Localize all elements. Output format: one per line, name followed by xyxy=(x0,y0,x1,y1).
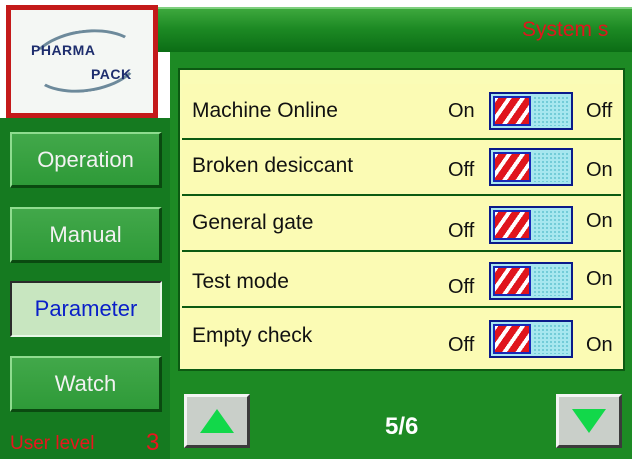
sidebar: Operation Manual Parameter Watch xyxy=(0,118,170,459)
state-right-label: On xyxy=(586,268,613,290)
state-right-label: Off xyxy=(586,100,613,122)
toggle-knob xyxy=(493,96,531,126)
parameter-list: Machine Online On Off Broken desiccant O… xyxy=(178,68,625,371)
sidebar-item-operation[interactable]: Operation xyxy=(10,132,162,188)
parameter-label: Test mode xyxy=(192,270,289,293)
triangle-down-icon xyxy=(572,409,606,433)
user-level-label: User level xyxy=(10,433,95,454)
state-left-label: Off xyxy=(448,276,475,298)
user-level-value: 3 xyxy=(146,429,160,456)
toggle-switch[interactable] xyxy=(489,320,573,358)
sidebar-item-label: Watch xyxy=(54,370,117,396)
state-right-label: On xyxy=(586,210,613,232)
toggle-track xyxy=(533,210,569,240)
toggle-switch[interactable] xyxy=(489,148,573,186)
toggle-knob xyxy=(493,152,531,182)
toggle-track xyxy=(533,266,569,296)
state-left-label: Off xyxy=(448,220,475,242)
parameter-row-broken-desiccant: Broken desiccant Off On xyxy=(182,140,621,196)
state-left-label: On xyxy=(448,100,475,122)
sidebar-item-label: Parameter xyxy=(34,296,138,321)
sidebar-item-label: Manual xyxy=(49,221,122,247)
state-left-label: Off xyxy=(448,159,475,181)
logo-swoosh xyxy=(25,22,145,100)
user-level: User level 3 xyxy=(0,427,170,459)
toggle-switch[interactable] xyxy=(489,92,573,130)
state-right-label: On xyxy=(586,334,613,356)
logo-panel: PHARMA PACK xyxy=(11,10,153,113)
triangle-up-icon xyxy=(200,409,234,433)
logo: PHARMA PACK xyxy=(6,5,158,118)
parameter-label: Broken desiccant xyxy=(192,154,354,177)
sidebar-item-label: Operation xyxy=(37,146,134,172)
parameter-label: Empty check xyxy=(192,324,313,347)
sidebar-item-manual[interactable]: Manual xyxy=(10,207,162,263)
parameter-row-general-gate: General gate Off On xyxy=(182,196,621,252)
logo-text-line2: PACK xyxy=(91,66,132,82)
page-title: System s xyxy=(522,18,609,41)
toggle-track xyxy=(533,96,569,126)
toggle-knob xyxy=(493,324,531,354)
parameter-row-test-mode: Test mode Off On xyxy=(182,252,621,308)
parameter-row-empty-check: Empty check Off On xyxy=(182,308,621,367)
toggle-switch[interactable] xyxy=(489,206,573,244)
parameter-row-machine-online: Machine Online On Off xyxy=(182,84,621,140)
toggle-knob xyxy=(493,266,531,296)
parameter-label: Machine Online xyxy=(192,99,338,122)
page-up-button[interactable] xyxy=(184,394,250,448)
page-down-button[interactable] xyxy=(556,394,622,448)
parameter-label: General gate xyxy=(192,211,314,234)
toggle-track xyxy=(533,152,569,182)
toggle-track xyxy=(533,324,569,354)
title-bar: System s xyxy=(158,7,632,52)
state-right-label: On xyxy=(586,159,613,181)
state-left-label: Off xyxy=(448,334,475,356)
logo-text-line1: PHARMA xyxy=(31,42,96,58)
page-indicator: 5/6 xyxy=(385,413,419,440)
toggle-switch[interactable] xyxy=(489,262,573,300)
toggle-knob xyxy=(493,210,531,240)
sidebar-item-parameter[interactable]: Parameter xyxy=(10,281,162,337)
sidebar-item-watch[interactable]: Watch xyxy=(10,356,162,412)
